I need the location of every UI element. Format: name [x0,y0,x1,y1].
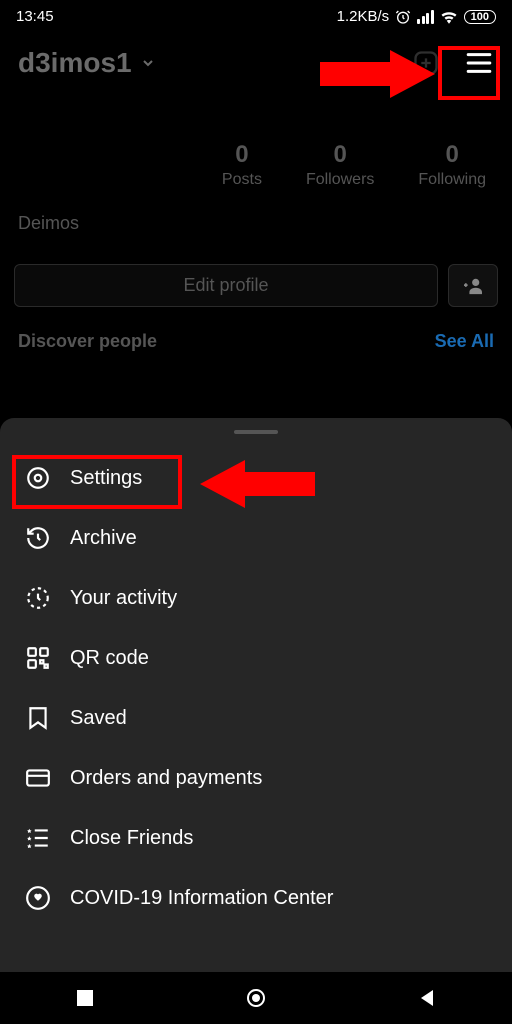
chevron-down-icon [140,55,156,71]
stat-following[interactable]: 0 Following [418,141,486,189]
display-name: Deimos [0,205,512,242]
nav-recent-icon[interactable] [75,988,95,1008]
menu-label: Orders and payments [70,767,262,790]
menu-label: Archive [70,527,137,550]
menu-item-activity[interactable]: Your activity [0,568,512,628]
menu-item-archive[interactable]: Archive [0,508,512,568]
close-friends-icon [24,824,52,852]
qrcode-icon [24,644,52,672]
status-bar: 13:45 1.2KB/s 100 [0,0,512,33]
android-navbar [0,972,512,1024]
edit-profile-button[interactable]: Edit profile [14,264,438,307]
heart-info-icon [24,884,52,912]
username-switcher[interactable]: d3imos1 [18,47,156,79]
bookmark-icon [24,704,52,732]
menu-item-close-friends[interactable]: Close Friends [0,808,512,868]
status-time: 13:45 [16,8,54,25]
card-icon [24,764,52,792]
menu-label: Settings [70,467,142,490]
alarm-icon [395,9,411,25]
menu-item-settings[interactable]: Settings [0,448,512,508]
see-all-link[interactable]: See All [435,331,494,352]
profile-header: d3imos1 [0,33,512,89]
gear-icon [24,464,52,492]
menu-item-covid[interactable]: COVID-19 Information Center [0,868,512,928]
wifi-icon [440,10,458,24]
menu-label: Saved [70,707,127,730]
hamburger-menu-icon[interactable] [464,51,494,75]
menu-item-qrcode[interactable]: QR code [0,628,512,688]
menu-label: Close Friends [70,827,193,850]
sheet-grabber[interactable] [234,430,278,434]
menu-label: COVID-19 Information Center [70,887,333,910]
nav-home-icon[interactable] [244,986,268,1010]
profile-stats: 0 Posts 0 Followers 0 Following [0,89,512,205]
username-text: d3imos1 [18,47,132,79]
discover-people-label: Discover people [18,331,157,352]
activity-icon [24,584,52,612]
battery-indicator: 100 [464,10,496,24]
archive-icon [24,524,52,552]
menu-sheet: Settings Archive Your activity QR code S… [0,418,512,972]
nav-back-icon[interactable] [417,988,437,1008]
discover-people-button[interactable] [448,264,498,307]
status-speed: 1.2KB/s [337,8,390,25]
menu-item-saved[interactable]: Saved [0,688,512,748]
signal-icon [417,10,434,24]
menu-item-orders[interactable]: Orders and payments [0,748,512,808]
stat-followers[interactable]: 0 Followers [306,141,374,189]
menu-label: QR code [70,647,149,670]
menu-label: Your activity [70,587,177,610]
stat-posts[interactable]: 0 Posts [222,141,262,189]
new-post-icon[interactable] [412,49,440,77]
